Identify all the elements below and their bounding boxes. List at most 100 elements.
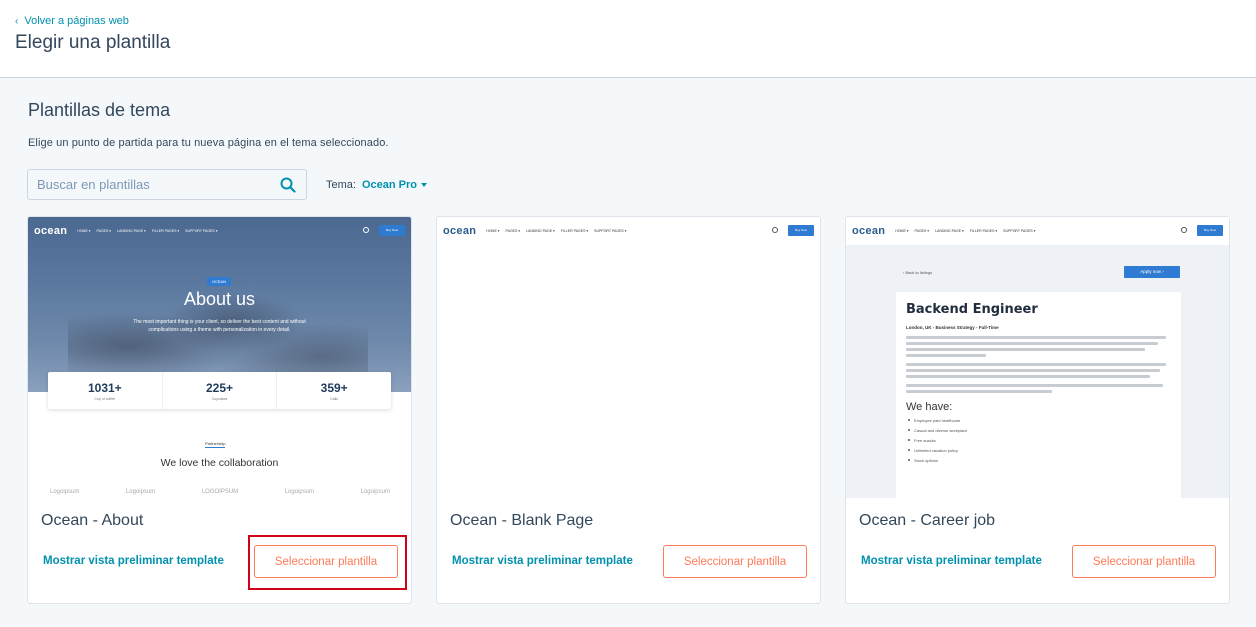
mini-menu-item: SUPPORT PAGES ▾: [185, 229, 218, 233]
mini-menu: HOME ▾ PAGES ▾ LANDING PAGE ▾ FILLER PAG…: [895, 229, 1035, 233]
card-title: Ocean - About: [41, 512, 144, 529]
template-card-career: ocean HOME ▾ PAGES ▾ LANDING PAGE ▾ FILL…: [845, 216, 1230, 604]
mini-menu-item: LANDING PAGE ▾: [526, 229, 555, 233]
select-template-button[interactable]: Seleccionar plantilla: [663, 545, 807, 578]
theme-value: Ocean Pro: [361, 179, 417, 191]
partner-logo: Logoipsum: [125, 489, 156, 495]
mini-menu-item: FILLER PAGES ▾: [151, 229, 180, 233]
stat-value: 359+: [320, 380, 348, 395]
mini-search-icon: [772, 227, 778, 233]
partner-logos: Logoipsum Logoipsum LOGOIPSUM Logoipsum …: [50, 489, 390, 495]
text-line: [906, 390, 1052, 393]
select-template-button[interactable]: Seleccionar plantilla: [254, 545, 398, 578]
text-line: [906, 375, 1150, 378]
text-line: [906, 336, 1166, 339]
benefit-item: Casual and diverse workplace: [906, 428, 1171, 433]
mini-menu-item: FILLER PAGES ▾: [969, 229, 998, 233]
mini-cta-button: Buy Now: [788, 225, 814, 236]
section-title: Plantillas de tema: [28, 100, 171, 120]
caret-down-icon: [421, 183, 427, 187]
card-title: Ocean - Blank Page: [450, 512, 594, 529]
hero-subtitle: The most important thing is your client,…: [133, 319, 306, 333]
template-thumbnail-career[interactable]: ocean HOME ▾ PAGES ▾ LANDING PAGE ▾ FILL…: [846, 217, 1229, 498]
mini-cta-button: Buy Now: [379, 225, 405, 236]
template-card-about: ocean HOME ▾ PAGES ▾ LANDING PAGE ▾ FILL…: [27, 216, 412, 604]
benefit-item: Free snacks: [906, 438, 1171, 443]
mini-search-icon: [363, 227, 369, 233]
search-icon[interactable]: [280, 177, 296, 193]
show-preview-link[interactable]: Mostrar vista preliminar template: [43, 555, 224, 567]
top-bar: ‹ Volver a páginas web Elegir una planti…: [0, 0, 1256, 78]
card-title: Ocean - Career job: [859, 512, 996, 529]
search-input[interactable]: [28, 170, 278, 199]
text-line: [906, 369, 1161, 372]
stat-item: 1031+ Cup of coffee: [48, 372, 163, 409]
mini-menu-item: LANDING PAGE ▾: [935, 229, 964, 233]
theme-label: Tema:: [326, 179, 356, 191]
mini-menu-item: LANDING PAGE ▾: [117, 229, 146, 233]
career-back-link: ‹ Back to listings: [903, 270, 933, 275]
stat-item: 359+ Calls: [277, 372, 391, 409]
show-preview-link[interactable]: Mostrar vista preliminar template: [452, 555, 633, 567]
mini-menu-item: HOME ▾: [77, 229, 91, 233]
partner-logo: Logoipsum: [360, 489, 390, 495]
feature-title: We love the collaboration: [160, 457, 279, 469]
mini-menu-item: SUPPORT PAGES ▾: [1003, 229, 1036, 233]
mini-menu-item: HOME ▾: [895, 229, 909, 233]
partner-logo: LOGOIPSUM: [201, 489, 239, 495]
job-meta: London, UK - Business Strategy - Full-Ti…: [906, 325, 999, 330]
partner-logo: Logoipsum: [284, 489, 315, 495]
template-thumbnail-about[interactable]: ocean HOME ▾ PAGES ▾ LANDING PAGE ▾ FILL…: [28, 217, 411, 498]
hero-image: ocean HOME ▾ PAGES ▾ LANDING PAGE ▾ FILL…: [28, 217, 411, 392]
hero-badge: OCEAN: [207, 277, 231, 286]
section-description: Elige un punto de partida para tu nueva …: [28, 137, 389, 149]
stat-value: 225+: [205, 380, 234, 395]
stat-item: 225+ Cupcakes: [163, 372, 278, 409]
text-line: [906, 342, 1158, 345]
hero-title: About us: [183, 289, 256, 309]
mini-menu: HOME ▾ PAGES ▾ LANDING PAGE ▾ FILLER PAG…: [486, 229, 626, 233]
mini-menu-item: PAGES ▾: [914, 229, 930, 233]
text-line: [906, 363, 1166, 366]
text-line: [906, 384, 1164, 387]
template-card-blank: ocean HOME ▾ PAGES ▾ LANDING PAGE ▾ FILL…: [436, 216, 821, 604]
theme-selector: Tema: Ocean Pro: [326, 179, 427, 191]
mini-nav: ocean HOME ▾ PAGES ▾ LANDING PAGE ▾ FILL…: [846, 217, 1229, 245]
text-line: [906, 348, 1145, 351]
stat-label: Cupcakes: [211, 396, 228, 401]
mini-menu-item: HOME ▾: [486, 229, 500, 233]
career-document: Backend Engineer London, UK - Business S…: [896, 292, 1181, 498]
mini-logo: ocean: [34, 225, 68, 237]
text-line: [906, 354, 986, 357]
select-template-button[interactable]: Seleccionar plantilla: [1072, 545, 1216, 578]
mini-logo: ocean: [443, 225, 477, 237]
mini-menu-item: PAGES ▾: [96, 229, 112, 233]
career-apply-button: Apply now ›: [1124, 266, 1180, 278]
mini-cta-button: Buy Now: [1197, 225, 1223, 236]
stat-value: 1031+: [87, 380, 122, 395]
feature-tag: Partnership: [205, 441, 226, 448]
mini-menu-item: SUPPORT PAGES ▾: [594, 229, 627, 233]
benefit-item: Unlimited vacation policy: [906, 448, 1171, 453]
theme-dropdown[interactable]: Ocean Pro: [362, 179, 427, 191]
mini-nav: ocean HOME ▾ PAGES ▾ LANDING PAGE ▾ FILL…: [28, 217, 411, 245]
show-preview-link[interactable]: Mostrar vista preliminar template: [861, 555, 1042, 567]
job-description: [906, 336, 1171, 393]
we-have-heading: We have:: [906, 401, 953, 413]
stat-label: Cup of coffee: [94, 396, 116, 401]
page-title: Elegir una plantilla: [15, 32, 171, 53]
mini-search-icon: [1181, 227, 1187, 233]
stat-label: Calls: [330, 396, 339, 401]
mini-menu-item: PAGES ▾: [505, 229, 521, 233]
mini-nav: ocean HOME ▾ PAGES ▾ LANDING PAGE ▾ FILL…: [437, 217, 820, 245]
mini-logo: ocean: [852, 225, 886, 237]
mini-menu: HOME ▾ PAGES ▾ LANDING PAGE ▾ FILLER PAG…: [77, 229, 217, 233]
benefit-item: Employee paid healthcare: [906, 418, 1171, 423]
mini-menu-item: FILLER PAGES ▾: [560, 229, 589, 233]
template-thumbnail-blank[interactable]: ocean HOME ▾ PAGES ▾ LANDING PAGE ▾ FILL…: [437, 217, 820, 498]
stats-bar: 1031+ Cup of coffee 225+ Cupcakes 359+ C…: [48, 372, 391, 409]
back-link-label: Volver a páginas web: [24, 15, 129, 27]
job-title: Backend Engineer: [906, 302, 1038, 317]
back-to-web-pages-link[interactable]: ‹ Volver a páginas web: [15, 15, 129, 27]
chevron-left-icon: ‹: [15, 15, 19, 27]
